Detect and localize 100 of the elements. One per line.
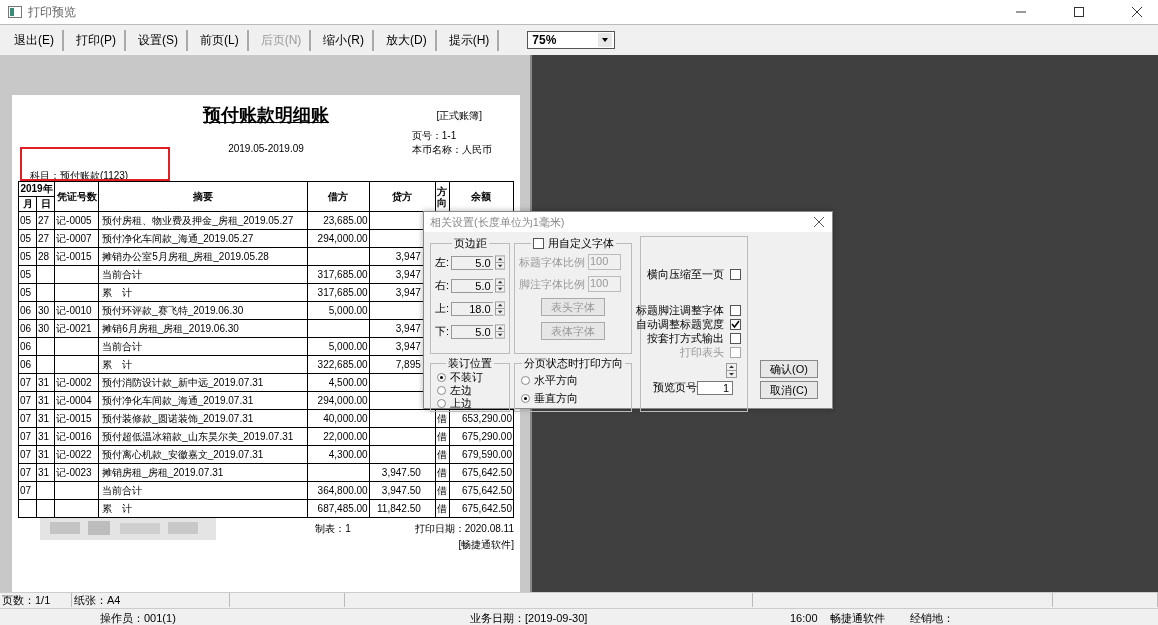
- radio-button[interactable]: [437, 386, 446, 395]
- window-title: 打印预览: [28, 3, 76, 21]
- maker-text: 制表：1: [315, 522, 351, 536]
- table-cell: 借: [435, 499, 450, 518]
- currency-text: 本币名称：人民币: [411, 143, 493, 157]
- checkbox-label: 自动调整标题宽度: [636, 316, 724, 332]
- table-cell: 记-0022: [54, 445, 99, 464]
- column-header: 日: [36, 196, 55, 212]
- dialog-button[interactable]: 取消(C): [760, 381, 818, 399]
- table-cell: 07: [18, 391, 37, 410]
- table-cell: 31: [36, 409, 55, 428]
- margin-field[interactable]: 18.0: [451, 301, 493, 316]
- table-cell: 累 计: [98, 499, 308, 518]
- table-cell: 记-0007: [54, 229, 99, 248]
- table-cell: 05: [18, 229, 37, 248]
- page-number-text: 页号：1-1: [411, 129, 458, 143]
- table-cell: 23,685.00: [307, 211, 370, 230]
- table-cell: 记-0021: [54, 319, 99, 338]
- table-cell: 317,685.00: [307, 283, 370, 302]
- table-cell: 4,500.00: [307, 373, 370, 392]
- table-cell: 675,290.00: [449, 427, 514, 446]
- table-cell: 预付环评款_赛飞特_2019.06.30: [98, 301, 308, 320]
- table-cell: 当前合计: [98, 337, 308, 356]
- radio-button[interactable]: [437, 399, 446, 408]
- radio-label: 不装订: [450, 370, 483, 385]
- status-text: 经销地：: [910, 610, 954, 625]
- spinner-icon[interactable]: [494, 278, 505, 293]
- status-text: 业务日期：[2019-09-30]: [470, 610, 589, 625]
- checkbox[interactable]: [532, 238, 544, 249]
- dialog-button[interactable]: 确认(O): [760, 360, 818, 378]
- radio-label: 垂直方向: [534, 390, 578, 406]
- checkbox[interactable]: [730, 332, 741, 344]
- table-cell: 05: [18, 283, 37, 302]
- table-cell: 07: [18, 409, 37, 428]
- software-text: [畅捷通软件]: [458, 538, 514, 552]
- column-header: 2019年: [18, 181, 55, 197]
- spinner-icon[interactable]: [494, 301, 505, 316]
- margin-field[interactable]: 5.0: [451, 278, 493, 293]
- table-cell: 记-0010: [54, 301, 99, 320]
- table-cell: 预付消防设计款_新中远_2019.07.31: [98, 373, 308, 392]
- checkbox[interactable]: [730, 268, 741, 280]
- table-cell: 记-0015: [54, 409, 99, 428]
- table-cell: 摊销办公室5月房租_房租_2019.05.28: [98, 247, 308, 266]
- table-cell: 累 计: [98, 355, 308, 374]
- table-cell: 07: [18, 463, 37, 482]
- table-cell: 27: [36, 229, 55, 248]
- table-cell: 22,000.00: [307, 427, 370, 446]
- table-cell: 借: [435, 427, 450, 446]
- field-label: 上:: [435, 301, 450, 316]
- checkbox-label: 横向压缩至一页: [647, 266, 724, 282]
- checkbox[interactable]: [730, 304, 741, 316]
- table-cell: 摊销6月房租_房租_2019.06.30: [98, 319, 308, 338]
- table-cell: 675,642.50: [449, 463, 514, 482]
- table-cell: 记-0016: [54, 427, 99, 446]
- table-cell: 30: [36, 301, 55, 320]
- spinner-icon[interactable]: [494, 324, 505, 339]
- table-cell: 28: [36, 247, 55, 266]
- page-number-field[interactable]: 1: [697, 380, 733, 395]
- margin-field[interactable]: 5.0: [451, 255, 493, 270]
- group-label: 装订位置: [447, 356, 493, 371]
- checkbox-label: 用自定义字体: [547, 236, 614, 251]
- table-cell: 317,685.00: [307, 265, 370, 284]
- close-icon[interactable]: [814, 217, 824, 227]
- table-cell: 当前合计: [98, 481, 308, 500]
- status-text: 操作员：001(1): [100, 610, 177, 625]
- maximize-icon[interactable]: [1074, 7, 1084, 17]
- table-cell: 记-0005: [54, 211, 99, 230]
- table-cell: 294,000.00: [307, 391, 370, 410]
- margin-field[interactable]: 5.0: [451, 324, 493, 339]
- checkbox-label: 打印表头: [680, 344, 724, 360]
- radio-button[interactable]: [437, 373, 446, 382]
- table-cell: 675,642.50: [449, 499, 514, 518]
- column-header: 借方: [307, 181, 370, 212]
- column-header: 月: [18, 196, 37, 212]
- zoom-dropdown[interactable]: 75%: [527, 31, 616, 49]
- table-cell: 30: [36, 319, 55, 338]
- spinner-icon[interactable]: [726, 363, 737, 378]
- table-cell: 07: [18, 373, 37, 392]
- table-cell: 记-0004: [54, 391, 99, 410]
- radio-label: 水平方向: [534, 372, 578, 388]
- table-cell: 06: [18, 301, 37, 320]
- table-cell: 3,947.50: [369, 463, 436, 482]
- table-cell: 预付房租、物业费及押金_房租_2019.05.27: [98, 211, 308, 230]
- radio-button[interactable]: [521, 393, 530, 403]
- table-cell: 5,000.00: [307, 301, 370, 320]
- radio-button[interactable]: [521, 375, 530, 385]
- field-label: 标题字体比例: [519, 254, 585, 270]
- close-icon[interactable]: [1132, 7, 1142, 17]
- field-label: 预览页号: [653, 380, 697, 395]
- window-icon: [8, 6, 22, 18]
- table-cell: 借: [435, 481, 450, 500]
- checkbox[interactable]: [730, 318, 741, 330]
- spinner-icon[interactable]: [494, 255, 505, 270]
- table-cell: 记-0015: [54, 247, 99, 266]
- checkbox-label: 按套打方式输出: [647, 330, 724, 346]
- period-text: 2019.05-2019.09: [228, 142, 304, 154]
- checkbox-label: 标题脚注调整字体: [636, 302, 724, 318]
- print-date-text: 打印日期：2020.08.11: [414, 522, 514, 536]
- field-label: 右:: [435, 278, 450, 293]
- status-text: 16:00: [790, 612, 819, 624]
